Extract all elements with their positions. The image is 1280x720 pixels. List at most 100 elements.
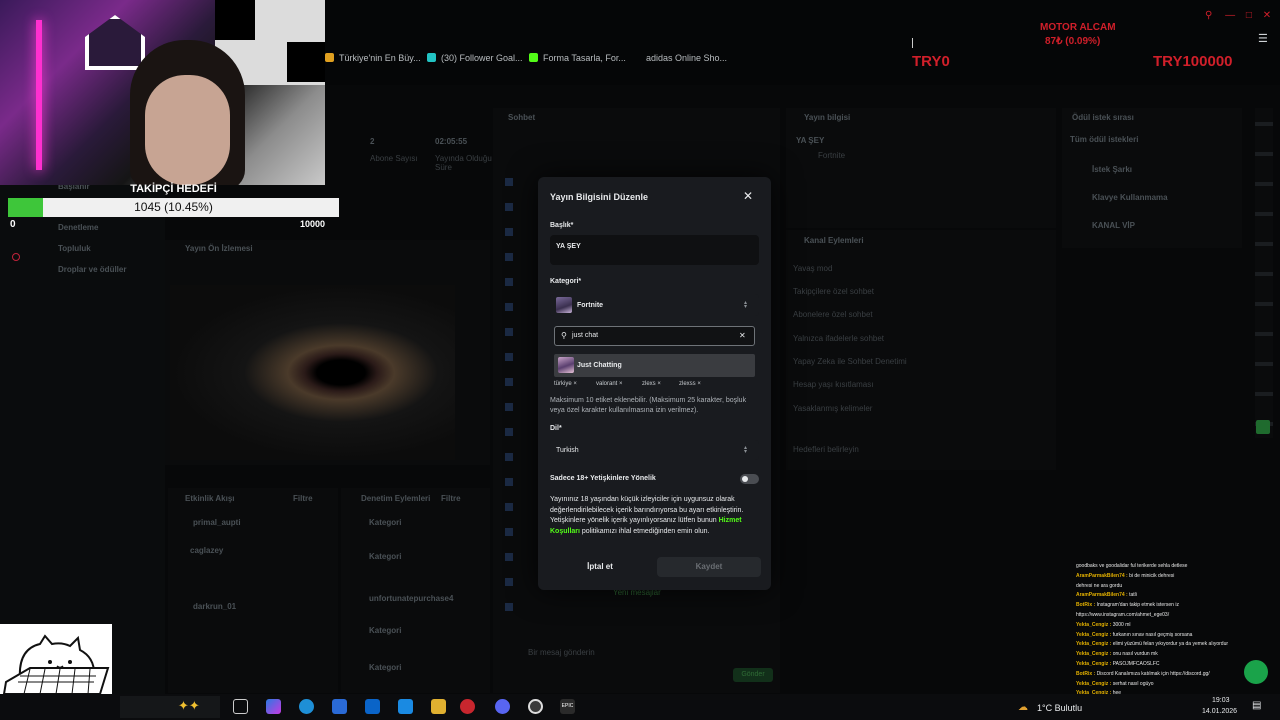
category-option[interactable]: Just Chatting bbox=[554, 354, 755, 377]
moderation-feed: Denetim Eylemleri Filtre Kategori Katego… bbox=[341, 488, 490, 693]
tags-help-text: Maksimum 10 etiket eklenebilir. (Maksimu… bbox=[550, 397, 747, 414]
chat-overlay-username: Yekta_Cengiz : bbox=[1076, 641, 1112, 648]
activity-item: caglazey bbox=[190, 546, 224, 555]
maximize-icon[interactable]: □ bbox=[1246, 10, 1252, 21]
activity-filter-button[interactable]: Filtre bbox=[293, 494, 313, 503]
stream-info-category: Fortnite bbox=[818, 151, 846, 160]
sidebar-item-moderation[interactable]: Denetleme bbox=[58, 223, 98, 232]
language-label: Dil* bbox=[550, 425, 562, 432]
edit-stream-info-modal: Yayın Bilgisini Düzenle ✕ Başlık* YA ŞEY… bbox=[538, 177, 771, 590]
settings-icon[interactable] bbox=[12, 253, 20, 261]
reward-item[interactable]: KANAL VİP bbox=[1092, 221, 1135, 230]
channel-action-slow-mode[interactable]: Yavaş mod bbox=[793, 264, 832, 273]
taskbar-search[interactable] bbox=[120, 696, 220, 718]
clock-date[interactable]: 14.01.2026 bbox=[1202, 708, 1237, 715]
channel-action-goals[interactable]: Hedefleri belirleyin bbox=[793, 445, 859, 454]
channel-action-account-age[interactable]: Hesap yaşı kısıtlaması bbox=[793, 380, 873, 389]
webcam-neon-light bbox=[36, 20, 42, 170]
task-view-icon[interactable] bbox=[233, 699, 248, 714]
channel-action-followers-only[interactable]: Takipçilere özel sohbet bbox=[793, 287, 874, 296]
chat-overlay-message: goodbaks ve goodalidar ful terikerde seh… bbox=[1076, 563, 1187, 569]
sidebar-item-community[interactable]: Topluluk bbox=[58, 244, 91, 253]
weather-text[interactable]: 1°C Bulutlu bbox=[1037, 703, 1082, 713]
bookmark-item[interactable]: Forma Tasarla, For... bbox=[529, 53, 626, 63]
outlook-icon[interactable] bbox=[365, 699, 380, 714]
close-icon[interactable]: ✕ bbox=[1263, 10, 1271, 21]
donation-goal-title: MOTOR ALCAM bbox=[1040, 22, 1116, 33]
bookmark-favicon-icon bbox=[427, 53, 436, 62]
browser-menu-icon[interactable]: ☰ bbox=[1258, 32, 1268, 45]
clock-time[interactable]: 19:03 bbox=[1212, 697, 1230, 704]
reward-item[interactable]: Tüm ödül istekleri bbox=[1070, 135, 1138, 144]
copilot-icon[interactable] bbox=[266, 699, 281, 714]
bookmark-item[interactable]: Türkiye'nin En Büy... bbox=[325, 53, 421, 63]
moderation-filter-button[interactable]: Filtre bbox=[441, 494, 461, 503]
activity-item: darkrun_01 bbox=[193, 602, 237, 611]
uptime-label: Yayında Olduğu Süre bbox=[435, 154, 492, 172]
obs-icon[interactable] bbox=[528, 699, 543, 714]
store-icon[interactable] bbox=[332, 699, 347, 714]
bookmark-label: adidas Online Sho... bbox=[646, 53, 728, 63]
mature-description: Yayınınız 18 yaşından küçük izleyiciler … bbox=[550, 495, 762, 537]
cancel-button[interactable]: İptal et bbox=[548, 557, 652, 577]
category-search-input[interactable]: just chat bbox=[572, 332, 598, 339]
file-explorer-icon[interactable] bbox=[431, 699, 446, 714]
mature-label: Sadece 18+ Yetişkinlere Yönelik bbox=[550, 475, 656, 482]
channel-action-emotes-only[interactable]: Yalnızca ifadelerle sohbet bbox=[793, 334, 884, 343]
uptime-value: 02:05:55 bbox=[435, 137, 468, 146]
title-label: Başlık* bbox=[550, 222, 574, 229]
clear-search-icon[interactable]: ✕ bbox=[739, 331, 746, 340]
language-select[interactable]: Turkish ▴ ▾ bbox=[550, 440, 759, 460]
chat-overlay-text: tatli bbox=[1129, 592, 1137, 599]
sparkle-icon: ✦✦ bbox=[178, 698, 200, 713]
sidebar-item-drops[interactable]: Droplar ve ödüller bbox=[58, 265, 126, 274]
close-icon[interactable]: ✕ bbox=[743, 189, 753, 203]
tag-chip[interactable]: türkiye × bbox=[554, 381, 577, 387]
rail-active-icon[interactable] bbox=[1256, 420, 1270, 434]
chat-overlay-message: Yekta_Cengiz : onu nasıl vurdun mk bbox=[1076, 651, 1158, 657]
bookmark-item[interactable]: (30) Follower Goal... bbox=[427, 53, 523, 63]
stream-preview-video[interactable] bbox=[170, 285, 455, 460]
tag-chip[interactable]: zlexs × bbox=[642, 381, 661, 387]
vscode-icon[interactable] bbox=[398, 699, 413, 714]
follower-goal-min: 0 bbox=[10, 219, 16, 230]
edge-icon[interactable] bbox=[299, 699, 314, 714]
bookmark-item[interactable]: adidas Online Sho... bbox=[646, 53, 727, 63]
mature-toggle[interactable] bbox=[740, 474, 759, 484]
category-search-box[interactable]: ⚲ just chat ✕ bbox=[554, 326, 755, 346]
chat-overlay-message: Yekta_Cengiz : elimi yüzümü felan yıkıyo… bbox=[1076, 641, 1228, 647]
category-thumbnail bbox=[556, 297, 572, 313]
webcam-overlay bbox=[0, 0, 325, 185]
discord-icon[interactable] bbox=[495, 699, 510, 714]
tag-chip[interactable]: valorant × bbox=[596, 381, 623, 387]
bookmark-label: Forma Tasarla, For... bbox=[543, 53, 626, 63]
reward-item[interactable]: İstek Şarkı bbox=[1092, 165, 1132, 174]
stream-info-title: Yayın bilgisi bbox=[804, 113, 851, 122]
chat-send-button[interactable]: Gönder bbox=[733, 668, 773, 682]
stream-info-panel: Yayın bilgisi YA ŞEY Fortnite bbox=[786, 108, 1056, 228]
weather-icon: ☁ bbox=[1018, 702, 1028, 713]
notifications-icon[interactable]: ▤ bbox=[1252, 700, 1261, 711]
moderation-item: Kategori bbox=[369, 518, 402, 527]
tag-chip[interactable]: zlexss × bbox=[679, 381, 701, 387]
channel-action-subscribers-only[interactable]: Abonelere özel sohbet bbox=[793, 310, 873, 319]
search-icon[interactable]: ⚲ bbox=[1205, 10, 1212, 21]
channel-action-banned-words[interactable]: Yasaklanmış kelimeler bbox=[793, 404, 872, 413]
stream-preview-panel: Yayın Ön İzlemesi bbox=[165, 240, 490, 465]
channel-action-ai-moderation[interactable]: Yapay Zeka ile Sohbet Denetimi bbox=[793, 357, 907, 366]
rewards-title: Ödül istek sırası bbox=[1072, 113, 1134, 122]
activity-item: primal_aupti bbox=[193, 518, 241, 527]
chat-overlay-message: AramParmakBilen74 : tatli bbox=[1076, 592, 1137, 598]
chat-overlay-username: Yekta_Cengiz : bbox=[1076, 631, 1112, 638]
title-input[interactable]: YA ŞEY bbox=[550, 235, 759, 265]
category-select[interactable]: Fortnite ▴ ▾ bbox=[550, 294, 759, 316]
opera-icon[interactable] bbox=[460, 699, 475, 714]
minimize-icon[interactable]: — bbox=[1225, 10, 1235, 21]
activity-feed: Etkinlik Akışı Filtre primal_aupti cagla… bbox=[168, 488, 338, 693]
save-button[interactable]: Kaydet bbox=[657, 557, 761, 577]
reward-item[interactable]: Klavye Kullanmama bbox=[1092, 193, 1168, 202]
chat-input[interactable]: Bir mesaj gönderin bbox=[528, 648, 595, 657]
right-icon-rail[interactable] bbox=[1255, 108, 1273, 438]
epic-games-icon[interactable]: EPIC bbox=[560, 699, 575, 714]
chat-overlay-message: Yekta_Cengiz : furkanın sınav nasıl geçm… bbox=[1076, 632, 1192, 638]
